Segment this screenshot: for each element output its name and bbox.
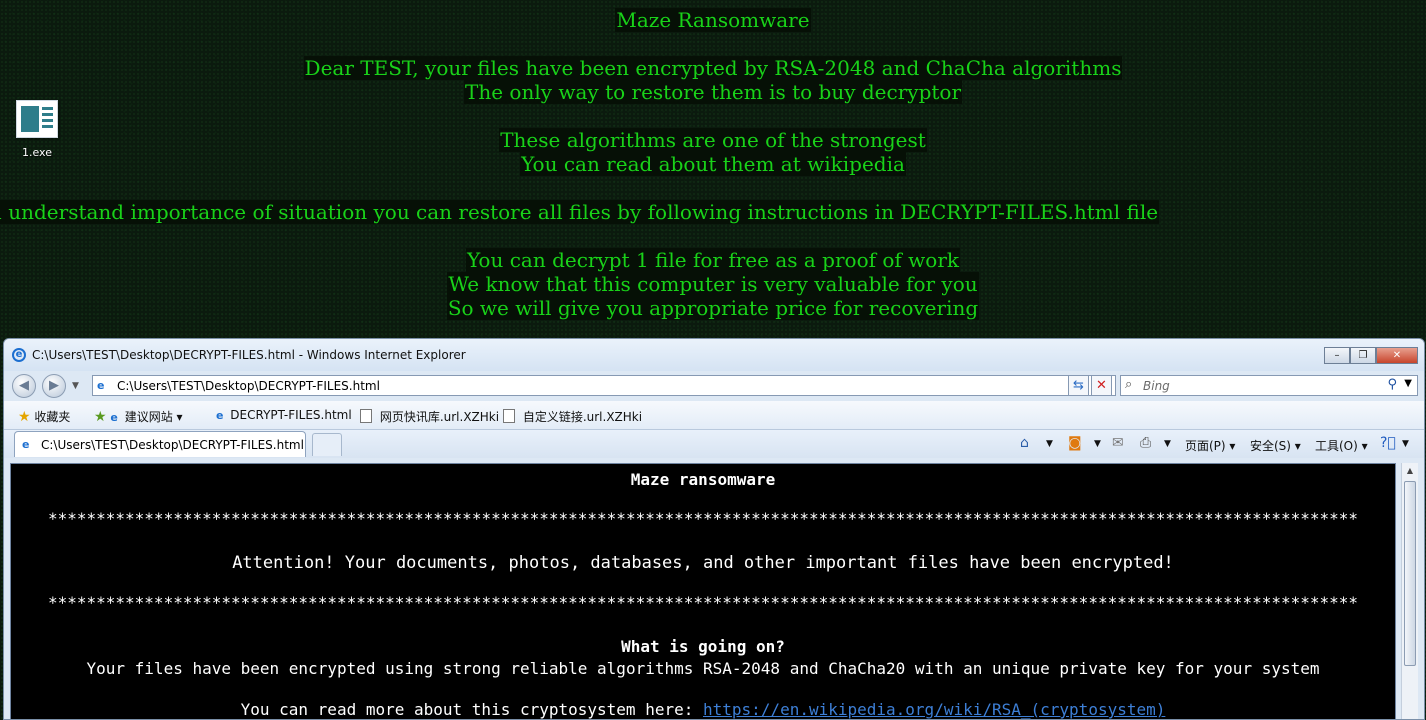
star-icon: ★ bbox=[18, 409, 31, 425]
address-input[interactable]: C:\Users\TEST\Desktop\DECRYPT-FILES.html bbox=[117, 379, 380, 393]
scroll-thumb[interactable] bbox=[1404, 481, 1416, 666]
fav-item-decrypt-files[interactable]: e DECRYPT-FILES.html bbox=[216, 408, 352, 422]
close-button[interactable]: ✕ bbox=[1376, 347, 1418, 364]
forward-arrow-icon: ▶ bbox=[49, 378, 59, 393]
document-icon bbox=[360, 409, 372, 423]
stop-icon: ✕ bbox=[1096, 378, 1107, 393]
stars-divider: ****************************************… bbox=[47, 593, 1359, 612]
attention-text: Attention! Your documents, photos, datab… bbox=[232, 553, 1174, 573]
favorites-bar: ★ 收藏夹 ★ e 建议网站 ▾ e DECRYPT-FILES.html 网页… bbox=[4, 401, 1424, 430]
tools-menu[interactable]: 工具(O) ▾ bbox=[1315, 437, 1368, 454]
history-dropdown-icon[interactable]: ▼ bbox=[72, 381, 79, 391]
ie-page-icon: e bbox=[22, 438, 30, 451]
print-dropdown-icon[interactable]: ▼ bbox=[1164, 439, 1171, 449]
fav-item-custom-links[interactable]: 自定义链接.url.XZHki bbox=[503, 408, 642, 425]
scroll-up-icon[interactable]: ▲ bbox=[1402, 463, 1418, 479]
wallpaper-ransom-note: Maze Ransomware Dear TEST, your files ha… bbox=[0, 0, 1426, 335]
wallpaper-line: You can read about them at wikipedia bbox=[520, 152, 906, 176]
fav-item-label: 建议网站 ▾ bbox=[124, 410, 183, 424]
favorites-button[interactable]: ★ 收藏夹 bbox=[18, 408, 70, 425]
wikipedia-link[interactable]: https://en.wikipedia.org/wiki/RSA_(crypt… bbox=[703, 700, 1165, 719]
fav-item-suggested-sites[interactable]: ★ e 建议网站 ▾ bbox=[94, 408, 183, 425]
page-content: Maze ransomware ************************… bbox=[10, 463, 1396, 719]
stop-button[interactable]: ✕ bbox=[1091, 375, 1112, 396]
home-icon[interactable]: ⌂ bbox=[1020, 435, 1029, 451]
wallpaper-line: These algorithms are one of the stronges… bbox=[499, 128, 927, 152]
wallpaper-line: You can decrypt 1 file for free as a pro… bbox=[465, 248, 961, 272]
page-menu[interactable]: 页面(P) ▾ bbox=[1185, 437, 1235, 454]
fav-item-label: DECRYPT-FILES.html bbox=[230, 408, 352, 422]
window-title: C:\Users\TEST\Desktop\DECRYPT-FILES.html… bbox=[32, 348, 466, 362]
wallpaper-line: We know that this computer is very valua… bbox=[447, 272, 979, 296]
mail-icon[interactable]: ✉ bbox=[1112, 435, 1124, 451]
search-input[interactable]: Bing bbox=[1143, 379, 1170, 393]
page-ie-icon: e bbox=[97, 379, 105, 392]
read-more-text: You can read more about this cryptosyste… bbox=[240, 700, 694, 719]
help-dropdown-icon[interactable]: ▼ bbox=[1402, 439, 1409, 449]
address-bar[interactable]: e C:\Users\TEST\Desktop\DECRYPT-FILES.ht… bbox=[92, 375, 1116, 396]
explanation-text: Your files have been encrypted using str… bbox=[86, 659, 1320, 678]
wallpaper-line: So we will give you appropriate price fo… bbox=[446, 296, 980, 320]
ie-logo-icon: e bbox=[12, 348, 26, 362]
safety-menu[interactable]: 安全(S) ▾ bbox=[1250, 437, 1301, 454]
document-icon bbox=[503, 409, 515, 423]
wallpaper-line: The only way to restore them is to buy d… bbox=[463, 80, 963, 104]
help-icon[interactable]: ?⃝ bbox=[1380, 435, 1396, 451]
fav-item-label: 网页快讯库.url.XZHki bbox=[379, 410, 500, 424]
vertical-scrollbar[interactable]: ▲ bbox=[1401, 463, 1418, 719]
ie-page-icon: e bbox=[216, 409, 224, 422]
wallpaper-line: u understand importance of situation you… bbox=[0, 200, 1160, 224]
add-favorite-icon: ★ bbox=[94, 409, 107, 425]
ie-window: e C:\Users\TEST\Desktop\DECRYPT-FILES.ht… bbox=[3, 338, 1425, 720]
stars-divider: ****************************************… bbox=[47, 509, 1359, 528]
minimize-button[interactable]: – bbox=[1324, 347, 1350, 364]
print-icon[interactable]: ⎙ bbox=[1140, 435, 1151, 451]
forward-button[interactable]: ▶ bbox=[42, 374, 66, 398]
wallpaper-line: Dear TEST, your files have been encrypte… bbox=[303, 56, 1123, 80]
desktop-icon-label: 1.exe bbox=[21, 146, 52, 159]
navigation-bar: ◀ ▶ ▼ e C:\Users\TEST\Desktop\DECRYPT-FI… bbox=[4, 371, 1424, 401]
home-dropdown-icon[interactable]: ▼ bbox=[1046, 439, 1053, 449]
fav-item-label: 自定义链接.url.XZHki bbox=[522, 410, 643, 424]
page-heading: Maze ransomware bbox=[630, 470, 776, 489]
wallpaper-title: Maze Ransomware bbox=[615, 8, 811, 32]
fav-item-web-slice[interactable]: 网页快讯库.url.XZHki bbox=[360, 408, 499, 425]
back-arrow-icon: ◀ bbox=[19, 378, 29, 393]
refresh-icon: ⇆ bbox=[1073, 378, 1084, 393]
feeds-dropdown-icon[interactable]: ▼ bbox=[1094, 439, 1101, 449]
search-provider-icon: ⌕ bbox=[1125, 377, 1133, 392]
section-heading: What is going on? bbox=[621, 637, 785, 656]
search-box[interactable]: ⌕ Bing ⚲ ▼ bbox=[1120, 375, 1418, 396]
refresh-button[interactable]: ⇆ bbox=[1068, 375, 1089, 396]
executable-icon bbox=[16, 100, 58, 138]
title-bar[interactable]: e C:\Users\TEST\Desktop\DECRYPT-FILES.ht… bbox=[4, 339, 1424, 371]
desktop-icon-1exe[interactable]: 1.exe bbox=[10, 100, 64, 159]
back-button[interactable]: ◀ bbox=[12, 374, 36, 398]
ie-page-icon: e bbox=[110, 411, 118, 424]
search-dropdown-icon[interactable]: ▼ bbox=[1404, 378, 1412, 389]
new-tab-button[interactable] bbox=[312, 433, 342, 456]
feeds-icon[interactable]: ◙ bbox=[1068, 435, 1082, 451]
favorites-label: 收藏夹 bbox=[34, 410, 71, 424]
tab-row: e C:\Users\TEST\Desktop\DECRYPT-FILES.ht… bbox=[4, 430, 1424, 458]
tab-label: C:\Users\TEST\Desktop\DECRYPT-FILES.html bbox=[41, 438, 304, 452]
tab-decrypt-files[interactable]: e C:\Users\TEST\Desktop\DECRYPT-FILES.ht… bbox=[14, 431, 306, 457]
maximize-button[interactable]: ❐ bbox=[1350, 347, 1376, 364]
search-icon[interactable]: ⚲ bbox=[1387, 377, 1397, 392]
